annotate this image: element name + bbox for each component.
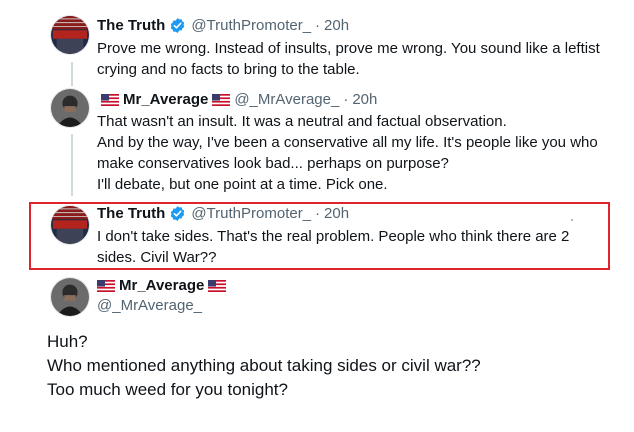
- author-handle[interactable]: @TruthPromoter_: [191, 17, 311, 34]
- author-name[interactable]: Mr_Average: [123, 91, 208, 108]
- us-flag-icon: [212, 93, 231, 106]
- verified-badge-icon: [171, 206, 185, 221]
- tweet-header: Mr_Average @_MrAverage_ · 20h: [97, 91, 377, 108]
- us-flag-icon: [208, 279, 227, 292]
- avatar-mr-average-image: [51, 89, 89, 127]
- tweet-text-line: make conservatives look bad... perhaps o…: [97, 155, 449, 172]
- separator-dot: ·: [315, 17, 321, 34]
- tweet-text-line: I'll debate, but one point at a time. Pi…: [97, 176, 388, 193]
- reply-text-line: Too much weed for you tonight?: [47, 380, 288, 399]
- timestamp[interactable]: 20h: [352, 91, 377, 108]
- author-handle[interactable]: @TruthPromoter_: [191, 205, 311, 222]
- reply-text-line: Who mentioned anything about taking side…: [47, 356, 481, 375]
- tweet-text-line: sides. Civil War??: [97, 249, 217, 266]
- tweet-text: That wasn't an insult. It was a neutral …: [97, 111, 598, 195]
- tweet-text-line: And by the way, I've been a conservative…: [97, 134, 598, 151]
- separator-dot: ·: [343, 91, 349, 108]
- tweet-text-line: That wasn't an insult. It was a neutral …: [97, 113, 507, 130]
- tweet-header: The Truth @TruthPromoter_ · 20h: [97, 205, 349, 222]
- author-handle[interactable]: @_MrAverage_: [97, 297, 202, 314]
- reply-header: Mr_Average: [97, 277, 230, 294]
- thread-line: [71, 62, 73, 86]
- reply-text-line: Huh?: [47, 332, 88, 351]
- verified-badge-icon: [171, 18, 185, 33]
- avatar-mr-average[interactable]: [50, 88, 90, 128]
- tweet-text-line: Prove me wrong. Instead of insults, prov…: [97, 40, 600, 57]
- reply-text: Huh? Who mentioned anything about taking…: [47, 330, 481, 402]
- avatar-the-truth-image: [51, 16, 89, 54]
- timestamp[interactable]: 20h: [324, 205, 349, 222]
- avatar-mr-average[interactable]: [50, 277, 90, 317]
- tweet-text-line: crying and no facts to bring to the tabl…: [97, 61, 360, 78]
- author-name[interactable]: The Truth: [97, 205, 165, 222]
- avatar-the-truth[interactable]: [50, 15, 90, 55]
- us-flag-icon: [97, 279, 115, 292]
- author-name[interactable]: The Truth: [97, 17, 165, 34]
- avatar-the-truth-image: [51, 206, 89, 244]
- stray-mark: [571, 219, 573, 221]
- tweet-header: The Truth @TruthPromoter_ · 20h: [97, 17, 349, 34]
- author-name[interactable]: Mr_Average: [119, 277, 204, 294]
- timestamp[interactable]: 20h: [324, 17, 349, 34]
- avatar-mr-average-image: [51, 278, 89, 316]
- author-handle[interactable]: @_MrAverage_: [234, 91, 339, 108]
- avatar-the-truth[interactable]: [50, 205, 90, 245]
- tweet-text-line: I don't take sides. That's the real prob…: [97, 228, 570, 245]
- thread-line: [71, 134, 73, 196]
- tweet-text: Prove me wrong. Instead of insults, prov…: [97, 38, 600, 80]
- separator-dot: ·: [315, 205, 321, 222]
- tweet-text: I don't take sides. That's the real prob…: [97, 226, 569, 268]
- us-flag-icon: [101, 93, 119, 106]
